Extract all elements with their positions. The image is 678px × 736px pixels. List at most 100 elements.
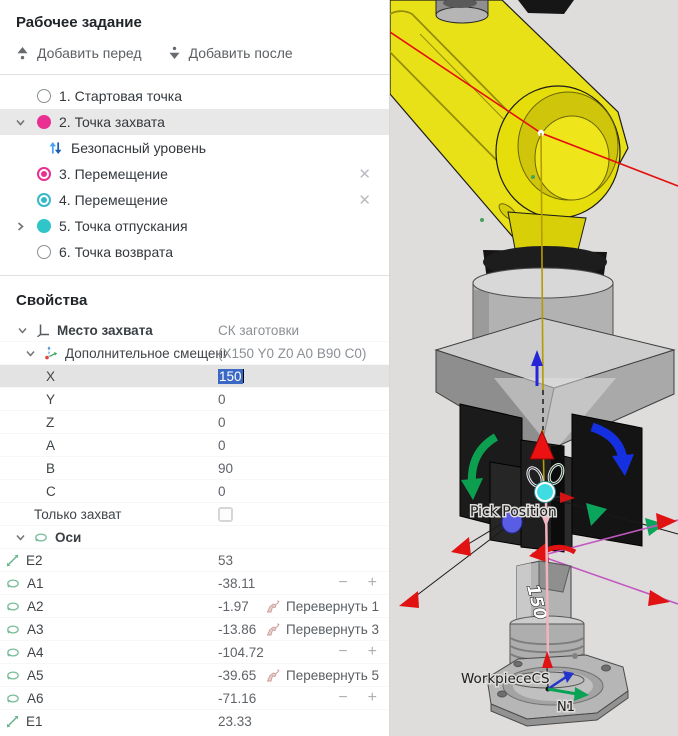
a2-value[interactable]: -1.97 — [218, 599, 249, 614]
a-value[interactable]: 0 — [218, 438, 226, 453]
point-state-icon — [37, 89, 51, 103]
e2-value[interactable]: 53 — [218, 553, 233, 568]
text-cursor — [243, 369, 245, 383]
decrement-button[interactable]: − — [338, 644, 347, 660]
grip-only-checkbox[interactable] — [218, 507, 233, 522]
add-before-icon — [16, 46, 29, 60]
point-state-icon — [37, 193, 51, 207]
flip-a2-button[interactable]: Перевернуть 1 — [266, 599, 379, 614]
b-value[interactable]: 90 — [218, 461, 233, 476]
flip-arm-icon — [266, 599, 281, 613]
c-value[interactable]: 0 — [218, 484, 226, 499]
pick-point-center[interactable] — [536, 483, 554, 501]
axis-row-a1[interactable]: A1 -38.11 −+ — [0, 572, 389, 595]
chevron-down-icon[interactable] — [14, 325, 30, 336]
flip-arm-icon — [266, 668, 281, 682]
z-value[interactable]: 0 — [218, 415, 226, 430]
chevron-down-icon[interactable] — [22, 348, 38, 359]
property-row-z[interactable]: Z 0 — [0, 411, 389, 434]
offset-icon — [44, 346, 58, 360]
task-subitem-safe-level[interactable]: Безопасный уровень — [0, 135, 389, 161]
a4-value[interactable]: -104.72 — [218, 645, 264, 660]
rotary-axis-icon — [6, 577, 20, 590]
point-state-icon — [37, 219, 51, 233]
axis-row-a3[interactable]: A3 -13.86 Перевернуть 3 — [0, 618, 389, 641]
n1-label: N1 — [557, 700, 575, 715]
property-label: Y — [46, 392, 55, 407]
axis-row-a6[interactable]: A6 -71.16 − + — [0, 687, 389, 710]
task-subitem-label: Безопасный уровень — [71, 140, 206, 156]
e1-value[interactable]: 23.33 — [218, 714, 252, 729]
increment-button[interactable]: + — [368, 644, 377, 660]
linear-axis-icon — [6, 715, 19, 728]
a5-value[interactable]: -39.65 — [218, 668, 256, 683]
a1-value[interactable]: -38.11 — [218, 576, 255, 591]
property-row-a[interactable]: A 0 — [0, 434, 389, 457]
properties-panel: Место захвата СК заготовки Д — [0, 319, 389, 733]
task-item-release-point[interactable]: 5. Точка отпускания — [0, 213, 389, 239]
property-row-grip-only[interactable]: Только захват — [0, 503, 389, 526]
3d-scene: 150 — [390, 0, 678, 736]
point-state-icon — [37, 167, 51, 181]
increment-button[interactable]: + — [368, 690, 377, 706]
property-row-grip-place[interactable]: Место захвата СК заготовки — [0, 319, 389, 342]
property-label: X — [46, 369, 55, 384]
chevron-right-icon[interactable] — [12, 221, 28, 232]
task-item-label: 6. Точка возврата — [59, 244, 173, 260]
a3-value[interactable]: -13.86 — [218, 622, 256, 637]
decrement-button[interactable]: − — [338, 690, 347, 706]
coordinate-system-icon — [36, 323, 50, 337]
task-item-move-3[interactable]: 3. Перемещение ✕ — [0, 161, 389, 187]
property-label: Только захват — [34, 507, 122, 522]
flip-a3-button[interactable]: Перевернуть 3 — [266, 622, 379, 637]
rotary-axis-icon — [6, 600, 20, 613]
chevron-down-icon[interactable] — [12, 532, 28, 543]
y-value[interactable]: 0 — [218, 392, 226, 407]
flip-label: Перевернуть 1 — [286, 599, 379, 614]
3d-viewport[interactable]: 150 — [390, 0, 678, 736]
axis-label: A6 — [27, 691, 44, 706]
flip-label: Перевернуть 3 — [286, 622, 379, 637]
property-group-axes[interactable]: Оси — [0, 526, 389, 549]
property-label: C — [46, 484, 56, 499]
pick-position-label: Pick Position — [470, 504, 557, 520]
axis-row-e2[interactable]: E2 53 — [0, 549, 389, 572]
property-row-offset[interactable]: Дополнительное смещение (X150 Y0 Z0 A0 B… — [0, 342, 389, 365]
property-row-y[interactable]: Y 0 — [0, 388, 389, 411]
task-item-grip-point[interactable]: 2. Точка захвата — [0, 109, 389, 135]
robot-arm — [390, 0, 628, 258]
add-before-button[interactable]: Добавить перед — [16, 45, 142, 61]
axis-row-a2[interactable]: A2 -1.97 Перевернуть 1 — [0, 595, 389, 618]
property-row-c[interactable]: C 0 — [0, 480, 389, 503]
property-row-x[interactable]: X 150 — [0, 365, 389, 388]
task-item-label: 1. Стартовая точка — [59, 88, 182, 104]
property-label: Дополнительное смещение — [65, 346, 227, 361]
robot-programming-app: Рабочее задание Добавить перед Добавить … — [0, 0, 678, 736]
task-item-start-point[interactable]: 1. Стартовая точка — [0, 83, 389, 109]
flip-arm-icon — [266, 622, 281, 636]
property-label: A — [46, 438, 55, 453]
a6-value[interactable]: -71.16 — [218, 691, 256, 706]
close-icon[interactable]: ✕ — [352, 192, 377, 209]
flip-label: Перевернуть 5 — [286, 668, 379, 683]
decrement-button[interactable]: − — [338, 575, 347, 591]
workpiece-cs-label: WorkpieceCS — [461, 671, 550, 687]
close-icon[interactable]: ✕ — [352, 166, 377, 183]
x-value-input[interactable]: 150 — [218, 369, 244, 384]
add-after-button[interactable]: Добавить после — [168, 45, 293, 61]
flip-a5-button[interactable]: Перевернуть 5 — [266, 668, 379, 683]
add-after-label: Добавить после — [189, 45, 293, 61]
chevron-down-icon[interactable] — [12, 117, 28, 128]
task-item-return-point[interactable]: 6. Точка возврата — [0, 239, 389, 265]
offset-value[interactable]: (X150 Y0 Z0 A0 B90 C0) — [218, 346, 366, 361]
task-item-move-4[interactable]: 4. Перемещение ✕ — [0, 187, 389, 213]
work-task-title: Рабочее задание — [0, 0, 389, 35]
property-row-b[interactable]: B 90 — [0, 457, 389, 480]
axis-row-a5[interactable]: A5 -39.65 Перевернуть 5 — [0, 664, 389, 687]
increment-button[interactable]: + — [368, 575, 377, 591]
grip-place-value[interactable]: СК заготовки — [218, 323, 299, 338]
task-item-label: 2. Точка захвата — [59, 114, 165, 130]
axis-label: A5 — [27, 668, 44, 683]
axis-row-a4[interactable]: A4 -104.72 −+ — [0, 641, 389, 664]
axis-row-e1[interactable]: E1 23.33 — [0, 710, 389, 733]
